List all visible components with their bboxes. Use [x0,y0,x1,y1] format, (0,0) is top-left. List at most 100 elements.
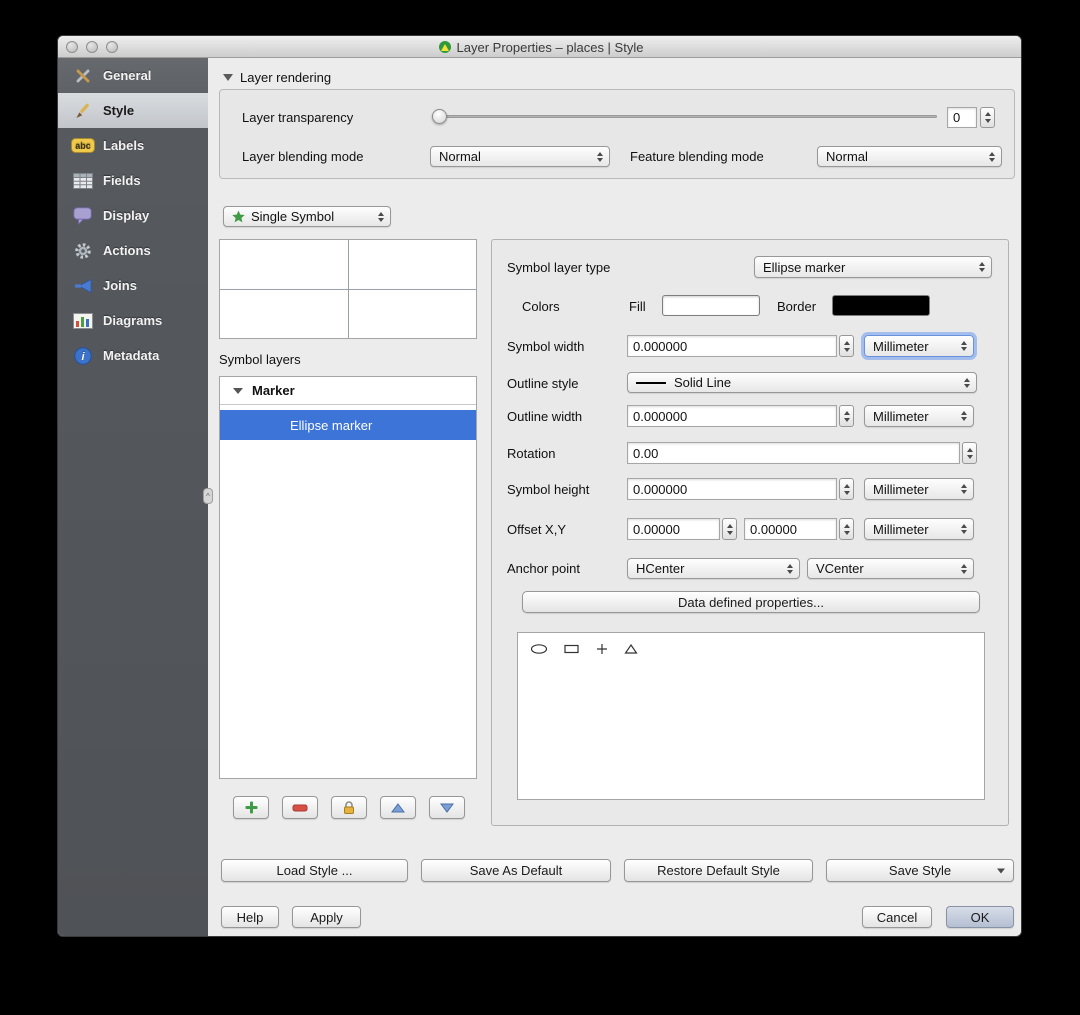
lock-icon [342,800,356,815]
title-bar[interactable]: Layer Properties – places | Style [58,36,1021,58]
add-symbol-layer-button[interactable] [233,796,269,819]
fill-color-swatch[interactable] [662,295,760,316]
menu-arrow-icon [997,868,1005,873]
sidebar-label: Actions [103,243,151,258]
updown-arrows-icon [961,484,967,494]
offset-y-stepper[interactable] [839,518,854,540]
transparency-value-field[interactable]: 0 [947,107,977,128]
splitter-handle[interactable]: ^ [203,488,213,504]
offset-unit-dropdown[interactable]: Millimeter [864,518,974,540]
layer-rendering-header[interactable]: Layer rendering [223,70,331,85]
symbol-width-stepper[interactable] [839,335,854,357]
desktop-background: Layer Properties – places | Style Genera… [0,0,1080,1015]
cross-symbol-icon[interactable] [596,643,608,655]
ellipse-symbol-icon[interactable] [530,643,548,655]
sidebar-item-fields[interactable]: Fields [58,163,208,198]
move-layer-down-button[interactable] [429,796,465,819]
load-style-button[interactable]: Load Style ... [221,859,408,882]
symbol-height-unit-dropdown[interactable]: Millimeter [864,478,974,500]
sidebar-label: Display [103,208,150,223]
offset-label: Offset X,Y [507,522,567,537]
disclosure-triangle-icon [233,387,243,394]
feature-blending-label: Feature blending mode [630,149,764,164]
line-style-sample [636,381,666,384]
help-button[interactable]: Help [221,906,279,928]
sidebar-item-metadata[interactable]: i Metadata [58,338,208,373]
join-arrow-icon [71,278,95,294]
offset-y-field[interactable]: 0.00000 [744,518,837,540]
symbol-width-label: Symbol width [507,339,585,354]
outline-width-stepper[interactable] [839,405,854,427]
layer-transparency-slider[interactable] [432,109,937,125]
border-color-swatch[interactable] [832,295,930,316]
symbol-layer-name: Ellipse marker [290,417,373,433]
symbol-width-unit-dropdown[interactable]: Millimeter [864,335,974,357]
anchor-h-dropdown[interactable]: HCenter [627,558,800,579]
cancel-button[interactable]: Cancel [862,906,932,928]
sidebar-label: Labels [103,138,145,153]
sidebar-item-actions[interactable]: Actions [58,233,208,268]
saved-symbols-preview[interactable] [517,632,985,800]
layer-blending-dropdown[interactable]: Normal [430,146,610,167]
sidebar-item-joins[interactable]: Joins [58,268,208,303]
symbol-tree-group-row[interactable]: Marker [220,377,476,405]
rectangle-symbol-icon[interactable] [564,643,580,655]
symbol-height-stepper[interactable] [839,478,854,500]
rotation-stepper[interactable] [962,442,977,464]
symbol-layers-label: Symbol layers [219,352,301,367]
sidebar-item-labels[interactable]: abc Labels [58,128,208,163]
updown-arrows-icon [961,563,967,574]
updown-arrows-icon [964,377,970,388]
symbol-width-field[interactable]: 0.000000 [627,335,837,357]
outline-width-unit-dropdown[interactable]: Millimeter [864,405,974,427]
fill-label: Fill [629,299,646,314]
remove-symbol-layer-button[interactable] [282,796,318,819]
symbol-layer-row-selected[interactable]: Ellipse marker [220,410,476,440]
window-title-text: Layer Properties – places | Style [456,39,644,55]
up-arrow-icon [391,802,405,813]
anchor-v-dropdown[interactable]: VCenter [807,558,974,579]
outline-width-field[interactable]: 0.000000 [627,405,837,427]
sidebar-item-diagrams[interactable]: Diagrams [58,303,208,338]
symbol-height-label: Symbol height [507,482,590,497]
main-content: ^ Layer rendering Layer transparency 0 L… [203,58,1021,936]
updown-arrows-icon [378,211,384,222]
transparency-stepper[interactable] [980,107,995,128]
symbol-preview [219,239,477,339]
symbol-height-field[interactable]: 0.000000 [627,478,837,500]
rotation-label: Rotation [507,446,556,461]
triangle-symbol-icon[interactable] [624,643,638,655]
feature-blending-dropdown[interactable]: Normal [817,146,1002,167]
updown-arrows-icon [989,151,995,162]
minus-icon [292,803,308,813]
sidebar-item-display[interactable]: Display [58,198,208,233]
sidebar-item-style[interactable]: Style [58,93,208,128]
sidebar-label: Style [103,103,135,118]
updown-arrows-icon [979,262,985,272]
speech-bubble-icon [71,206,95,225]
data-defined-properties-button[interactable]: Data defined properties... [522,591,980,613]
sidebar-label: Diagrams [103,313,163,328]
save-style-menu-button[interactable]: Save Style [826,859,1014,882]
offset-x-stepper[interactable] [722,518,737,540]
save-as-default-button[interactable]: Save As Default [421,859,611,882]
updown-arrows-icon [961,341,967,351]
move-layer-up-button[interactable] [380,796,416,819]
updown-arrows-icon [787,563,793,574]
outline-style-dropdown[interactable]: Solid Line [627,372,977,393]
symbol-layer-type-dropdown[interactable]: Ellipse marker [754,256,992,278]
apply-button[interactable]: Apply [292,906,361,928]
lock-layer-button[interactable] [331,796,367,819]
qgis-logo-icon [438,40,452,54]
table-icon [71,172,95,189]
slider-thumb[interactable] [432,109,447,124]
preview-crosshair-v [348,240,349,338]
rotation-field[interactable]: 0.00 [627,442,960,464]
renderer-dropdown[interactable]: Single Symbol [223,206,391,227]
restore-default-style-button[interactable]: Restore Default Style [624,859,813,882]
ok-button[interactable]: OK [946,906,1014,928]
sidebar-item-general[interactable]: General [58,58,208,93]
offset-x-field[interactable]: 0.00000 [627,518,720,540]
down-arrow-icon [440,803,454,813]
symbol-layers-tree: Marker Ellipse marker [219,376,477,779]
